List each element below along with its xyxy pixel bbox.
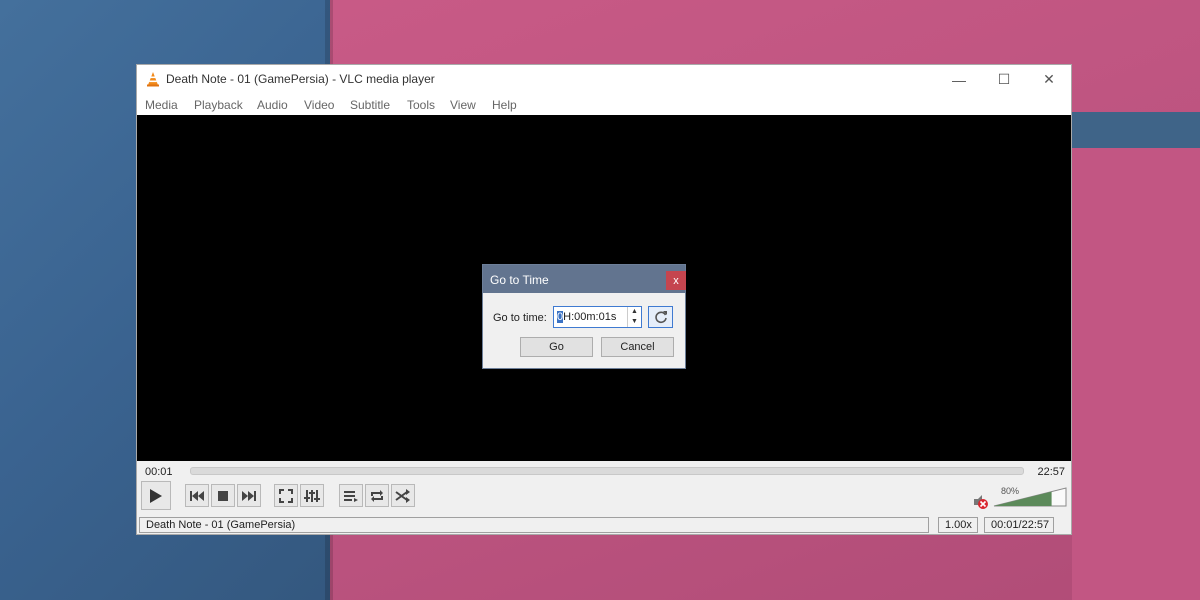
status-bar: Death Note - 01 (GamePersia) 1.00x 00:01…: [137, 515, 1071, 535]
loop-icon: [371, 489, 383, 502]
dialog-title-bar[interactable]: Go to Time: [483, 265, 685, 293]
menu-audio[interactable]: Audio: [257, 98, 288, 112]
mute-icon[interactable]: [973, 494, 989, 510]
previous-icon: [190, 490, 204, 501]
go-to-time-dialog: Go to Time x Go to time: 0H:00m:01s ▲ ▼ …: [482, 264, 686, 369]
minimize-button[interactable]: —: [936, 65, 982, 94]
time-value[interactable]: 0H:00m:01s: [557, 311, 616, 323]
menu-subtitle[interactable]: Subtitle: [350, 98, 390, 112]
close-icon: ✕: [1043, 71, 1055, 87]
controls-panel: 00:01 22:57 80%: [137, 461, 1071, 515]
fullscreen-icon: [279, 488, 293, 503]
wallpaper-pink-right: [1072, 148, 1200, 600]
play-button[interactable]: [141, 481, 171, 510]
title-bar[interactable]: Death Note - 01 (GamePersia) - VLC media…: [137, 65, 1071, 94]
maximize-button[interactable]: ☐: [981, 65, 1027, 94]
window-title: Death Note - 01 (GamePersia) - VLC media…: [166, 72, 435, 86]
menu-bar: Media Playback Audio Video Subtitle Tool…: [137, 94, 1071, 115]
reset-time-button[interactable]: [648, 306, 673, 328]
status-media-name: Death Note - 01 (GamePersia): [139, 517, 929, 533]
seek-slider[interactable]: [190, 467, 1024, 475]
previous-button[interactable]: [185, 484, 209, 507]
wallpaper-blue-strip: [1072, 112, 1200, 148]
minimize-icon: —: [952, 71, 966, 88]
playback-speed[interactable]: 1.00x: [938, 517, 978, 533]
next-icon: [242, 490, 256, 501]
stop-button[interactable]: [211, 484, 235, 507]
playlist-icon: [344, 490, 358, 502]
playlist-button[interactable]: [339, 484, 363, 507]
go-to-time-label: Go to time:: [493, 312, 547, 324]
stop-icon: [218, 490, 228, 501]
menu-tools[interactable]: Tools: [407, 98, 435, 112]
dialog-close-icon: x: [673, 274, 679, 287]
shuffle-icon: [395, 488, 410, 503]
cancel-button[interactable]: Cancel: [601, 337, 674, 357]
dialog-title: Go to Time: [490, 273, 549, 287]
next-button[interactable]: [237, 484, 261, 507]
menu-video[interactable]: Video: [304, 98, 334, 112]
extended-settings-button[interactable]: [300, 484, 324, 507]
menu-view[interactable]: View: [450, 98, 476, 112]
menu-help[interactable]: Help: [492, 98, 517, 112]
maximize-icon: ☐: [997, 71, 1011, 87]
extended-settings-icon: [304, 489, 320, 502]
go-button[interactable]: Go: [520, 337, 593, 357]
close-button[interactable]: ✕: [1026, 65, 1072, 94]
time-value-rest: H:00m:01s: [563, 311, 617, 323]
reset-icon: [654, 311, 667, 324]
shuffle-button[interactable]: [391, 484, 415, 507]
spin-down-icon[interactable]: ▼: [628, 317, 641, 327]
dialog-close-button[interactable]: x: [666, 271, 686, 290]
menu-playback[interactable]: Playback: [194, 98, 243, 112]
play-icon: [150, 488, 162, 503]
spin-up-icon[interactable]: ▲: [628, 307, 641, 317]
volume-slider[interactable]: [993, 487, 1067, 507]
status-time[interactable]: 00:01/22:57: [984, 517, 1054, 533]
fullscreen-button[interactable]: [274, 484, 298, 507]
total-time[interactable]: 22:57: [1037, 466, 1065, 478]
elapsed-time[interactable]: 00:01: [145, 466, 173, 478]
loop-button[interactable]: [365, 484, 389, 507]
menu-media[interactable]: Media: [145, 98, 178, 112]
vlc-cone-icon: [147, 72, 159, 87]
time-spinbox[interactable]: 0H:00m:01s ▲ ▼: [553, 306, 642, 328]
spin-arrows: ▲ ▼: [627, 307, 641, 327]
